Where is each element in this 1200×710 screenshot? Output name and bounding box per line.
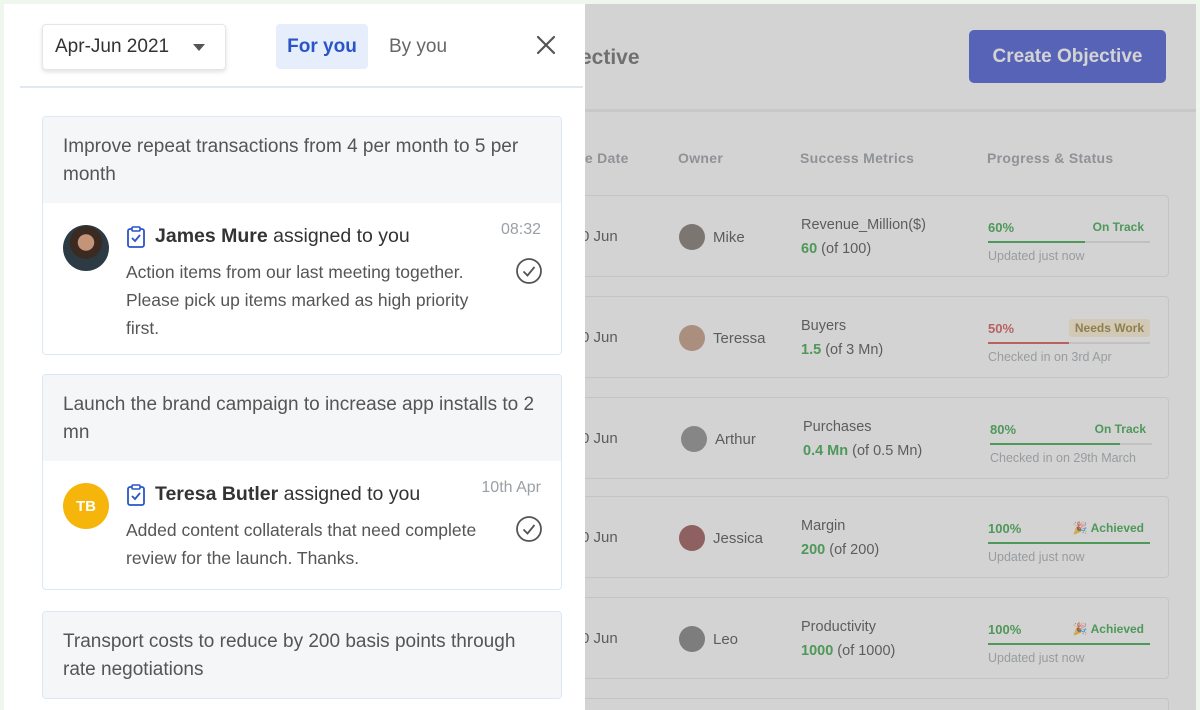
objective-title: Transport costs to reduce by 200 basis p… xyxy=(43,612,561,698)
timestamp: 10th Apr xyxy=(481,479,541,496)
avatar: TB xyxy=(63,483,109,529)
panel-header: Apr-Jun 2021 For you By you xyxy=(20,4,583,88)
tab-for-you[interactable]: For you xyxy=(276,24,368,69)
timestamp: 08:32 xyxy=(500,221,541,238)
assignee-name: Teresa Butler xyxy=(155,483,279,505)
assignment-label: assigned to you xyxy=(278,483,421,505)
assignment-text: James Mure assigned to you xyxy=(155,225,410,248)
notification-card[interactable]: Launch the brand campaign to increase ap… xyxy=(42,374,562,590)
date-range-value: Apr-Jun 2021 xyxy=(55,36,170,57)
objective-title: Launch the brand campaign to increase ap… xyxy=(43,375,561,461)
close-icon[interactable] xyxy=(531,30,561,60)
notification-message: Action items from our last meeting toget… xyxy=(126,262,469,338)
clipboard-check-icon xyxy=(127,226,145,248)
date-range-dropdown[interactable]: Apr-Jun 2021 xyxy=(42,24,226,70)
notification-item[interactable]: TB Teresa Butler assigned to you 10th Ap… xyxy=(43,461,561,589)
notifications-panel: Apr-Jun 2021 For you By you Improve repe… xyxy=(4,4,585,710)
assignee-name: James Mure xyxy=(155,225,268,247)
assignment-text: Teresa Butler assigned to you xyxy=(155,483,420,506)
notification-item[interactable]: James Mure assigned to you 08:32 Action … xyxy=(43,203,561,354)
chevron-down-icon xyxy=(193,44,205,51)
mark-done-check-icon[interactable] xyxy=(515,515,543,543)
notification-card[interactable]: Improve repeat transactions from 4 per m… xyxy=(42,116,562,355)
mark-done-check-icon[interactable] xyxy=(515,257,543,285)
clipboard-check-icon xyxy=(127,484,145,506)
assignment-label: assigned to you xyxy=(267,225,410,247)
objective-title: Improve repeat transactions from 4 per m… xyxy=(43,117,561,203)
notification-card[interactable]: Transport costs to reduce by 200 basis p… xyxy=(42,611,562,699)
tab-by-you[interactable]: By you xyxy=(376,24,460,69)
avatar xyxy=(63,225,109,271)
notification-message: Added content collaterals that need comp… xyxy=(126,520,477,568)
